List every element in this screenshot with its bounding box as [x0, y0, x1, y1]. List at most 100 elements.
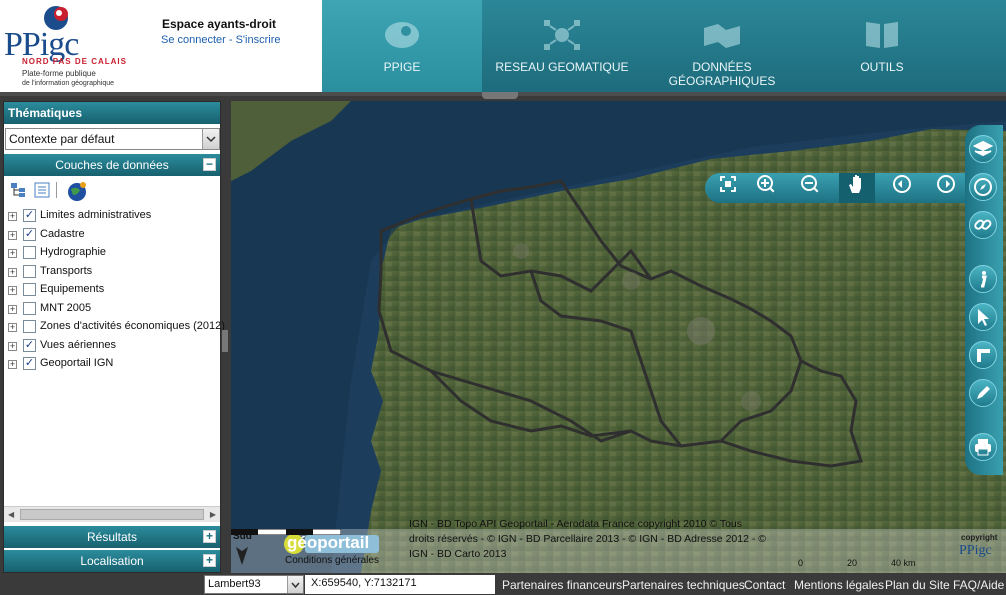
- layer-checkbox[interactable]: ✓: [23, 228, 36, 241]
- logo[interactable]: PPigc NORD PAS DE CALAIS Plate-forme pub…: [0, 0, 322, 94]
- layer-checkbox[interactable]: [23, 265, 36, 278]
- layer-label: Equipements: [40, 283, 105, 295]
- header-collapse-handle[interactable]: [482, 92, 518, 99]
- layers-stack-icon[interactable]: [969, 135, 997, 163]
- chevron-down-icon[interactable]: [287, 576, 303, 593]
- panel-resize-handle[interactable]: [222, 330, 228, 352]
- nav-item-reseau[interactable]: RESEAU GEOMATIQUE: [482, 0, 642, 94]
- scale-bar: [231, 529, 341, 535]
- couches-header[interactable]: Couches de données −: [4, 154, 220, 176]
- print-icon[interactable]: [969, 433, 997, 461]
- layer-label: Transports: [40, 265, 93, 277]
- draw-pen-icon[interactable]: [969, 379, 997, 407]
- info-icon[interactable]: [969, 265, 997, 293]
- main-nav: PPIGE RESEAU GEOMATIQUE DONNÉES GÉOGRAPH…: [322, 0, 1006, 94]
- projection-select[interactable]: Lambert93: [204, 575, 304, 594]
- scale-label: 0: [798, 558, 804, 568]
- nav-label: OUTILS: [860, 60, 904, 74]
- logo-region: NORD PAS DE CALAIS: [22, 57, 127, 66]
- collapse-icon[interactable]: −: [203, 158, 216, 171]
- localisation-title: Localisation: [80, 554, 144, 568]
- geoportail-conditions-link[interactable]: Conditions générales: [285, 555, 379, 566]
- chevron-down-icon[interactable]: [202, 129, 219, 149]
- copyright-label: copyright: [961, 533, 998, 542]
- expand-icon[interactable]: +: [8, 231, 17, 240]
- expand-icon[interactable]: +: [203, 530, 216, 543]
- add-layer-globe-icon[interactable]: [66, 180, 88, 202]
- logo-tagline-1: Plate-forme publique: [22, 69, 96, 78]
- scrollbar-thumb[interactable]: [20, 509, 204, 520]
- nav-item-donnees[interactable]: DONNÉES GÉOGRAPHIQUES: [642, 0, 802, 94]
- zoom-out-icon[interactable]: [799, 173, 821, 195]
- nav-label: RESEAU GEOMATIQUE: [495, 60, 629, 74]
- layer-checkbox[interactable]: ✓: [23, 209, 36, 222]
- book-icon: [866, 22, 898, 48]
- pan-hand-icon[interactable]: [845, 173, 867, 195]
- footer-link-faq[interactable]: FAQ/Aide: [953, 578, 1004, 592]
- expand-icon[interactable]: +: [8, 286, 17, 295]
- expand-icon[interactable]: +: [8, 268, 17, 277]
- select-cursor-icon[interactable]: [969, 303, 997, 331]
- aerial-map-image: [231, 101, 1006, 573]
- localisation-header[interactable]: Localisation +: [4, 550, 220, 572]
- map-viewer[interactable]: Sud géoportail Conditions générales IGN …: [231, 101, 1006, 573]
- layer-label: MNT 2005: [40, 302, 92, 314]
- footer-link-mentions-legales[interactable]: Mentions légales: [794, 578, 884, 592]
- account-title: Espace ayants-droit: [162, 17, 277, 31]
- expand-icon[interactable]: +: [8, 249, 17, 258]
- scale-label: 40 km: [891, 558, 916, 568]
- footer-link-partenaires-techniques[interactable]: Partenaires techniques: [622, 578, 745, 592]
- layer-checkbox[interactable]: [23, 283, 36, 296]
- eye-icon: [385, 22, 419, 48]
- layer-label: Geoportail IGN: [40, 357, 114, 369]
- link-icon[interactable]: [969, 211, 997, 239]
- layer-checkbox[interactable]: ✓: [23, 339, 36, 352]
- compass-icon[interactable]: [969, 173, 997, 201]
- app-root: PPigc NORD PAS DE CALAIS Plate-forme pub…: [0, 0, 1006, 595]
- scroll-right-icon[interactable]: ▶: [210, 510, 216, 519]
- status-bar: Lambert93 X:659540, Y:7132171 Partenaire…: [0, 574, 1006, 595]
- footer-link-partenaires-financeurs[interactable]: Partenaires financeurs: [502, 578, 622, 592]
- expand-icon[interactable]: +: [8, 342, 17, 351]
- map-data-icon: [704, 24, 740, 48]
- context-select-value: Contexte par défaut: [9, 132, 115, 146]
- layer-checkbox[interactable]: [23, 302, 36, 315]
- expand-icon[interactable]: +: [8, 360, 17, 369]
- geoportail-logo-text: géoportail: [287, 533, 370, 552]
- nav-item-outils[interactable]: OUTILS: [802, 0, 962, 94]
- context-select[interactable]: Contexte par défaut: [5, 128, 220, 150]
- footer-link-plan-du-site[interactable]: Plan du Site: [885, 578, 950, 592]
- header: PPigc NORD PAS DE CALAIS Plate-forme pub…: [0, 0, 1006, 94]
- measure-icon[interactable]: [969, 341, 997, 369]
- left-panel: Thématiques Contexte par défaut Couches …: [3, 101, 225, 573]
- nav-item-ppige[interactable]: PPIGE: [322, 0, 482, 94]
- expand-icon[interactable]: +: [8, 323, 17, 332]
- footer-link-contact[interactable]: Contact: [744, 578, 785, 592]
- toolbar-divider: [56, 182, 57, 198]
- thematiques-header: Thématiques: [4, 102, 220, 124]
- layer-checkbox[interactable]: [23, 320, 36, 333]
- previous-view-icon[interactable]: [891, 173, 913, 195]
- south-arrow-icon: [236, 547, 248, 565]
- resultats-header[interactable]: Résultats +: [4, 526, 220, 548]
- zoom-in-icon[interactable]: [755, 173, 777, 195]
- zoom-extent-icon[interactable]: [717, 173, 739, 195]
- layer-checkbox[interactable]: [23, 246, 36, 259]
- nav-label: DONNÉES GÉOGRAPHIQUES: [668, 60, 776, 88]
- layer-checkbox[interactable]: ✓: [23, 357, 36, 370]
- horizontal-scrollbar[interactable]: ◀ ▶: [4, 506, 220, 522]
- expand-icon[interactable]: +: [8, 212, 17, 221]
- map-tools-toolbar: [965, 125, 1003, 475]
- network-icon: [544, 20, 580, 50]
- layer-tree-icon[interactable]: [10, 182, 26, 198]
- login-signup-link[interactable]: Se connecter - S'inscrire: [161, 34, 280, 46]
- expand-icon[interactable]: +: [203, 554, 216, 567]
- layer-label: Limites administratives: [40, 209, 152, 221]
- resultats-title: Résultats: [86, 530, 138, 544]
- layer-list-icon[interactable]: [34, 182, 50, 198]
- expand-icon[interactable]: +: [8, 305, 17, 314]
- scroll-left-icon[interactable]: ◀: [8, 510, 14, 519]
- next-view-icon[interactable]: [935, 173, 957, 195]
- map-navigation-toolbar: [705, 173, 995, 203]
- geoportail-logo[interactable]: géoportail: [283, 533, 381, 555]
